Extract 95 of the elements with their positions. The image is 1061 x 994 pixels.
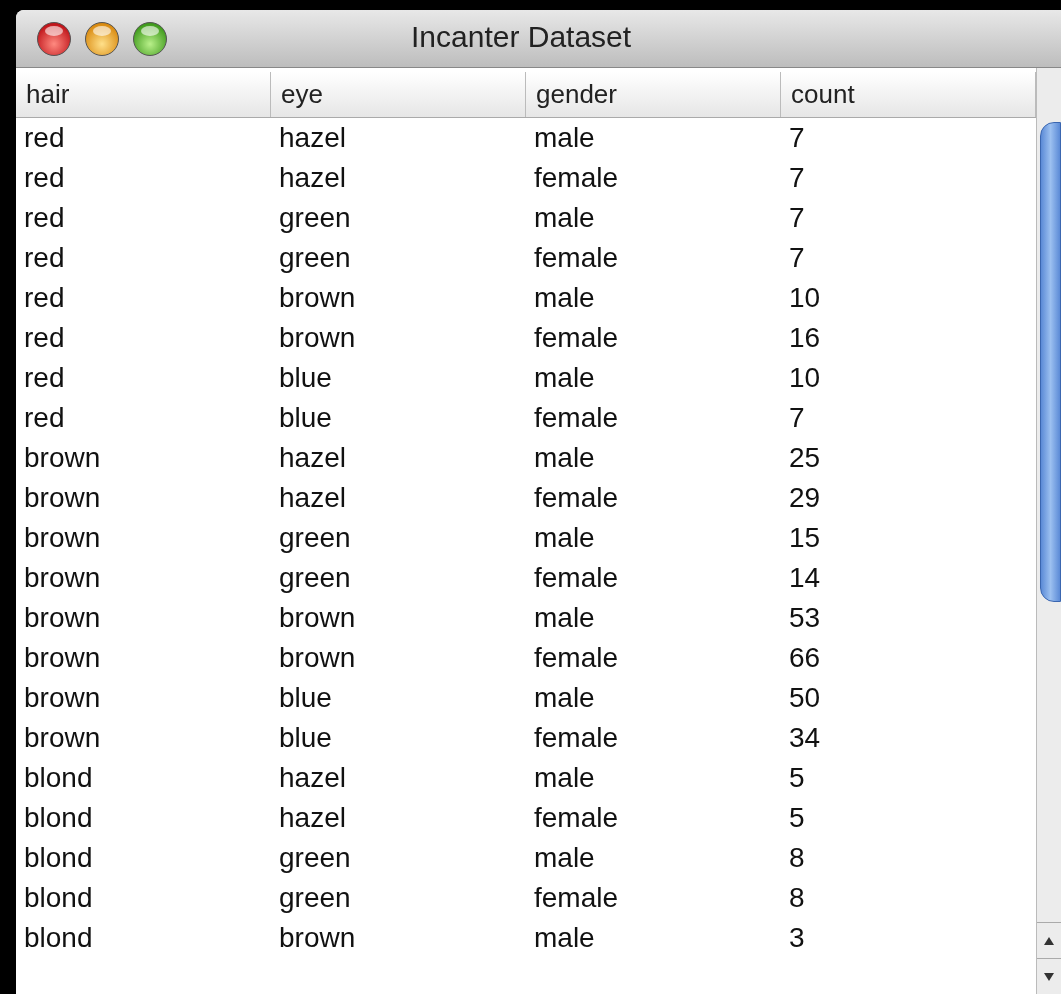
table-cell: male: [534, 364, 595, 392]
table-cell: 29: [789, 484, 821, 512]
table-cell: red: [24, 124, 65, 152]
table-cell: green: [279, 844, 351, 872]
table-cell: brown: [24, 444, 101, 472]
table-cell: blond: [24, 924, 93, 952]
table-cell: brown: [24, 684, 101, 712]
table-cell: 50: [789, 684, 821, 712]
table-cell: 16: [789, 324, 821, 352]
table-cell: hazel: [279, 164, 346, 192]
table-cell: 34: [789, 724, 821, 752]
table-cell: blue: [279, 364, 332, 392]
table-cell: red: [24, 324, 65, 352]
table-cell: female: [534, 484, 619, 512]
table-cell: blue: [279, 404, 332, 432]
table-cell: brown: [24, 564, 101, 592]
table-cell: blue: [279, 724, 332, 752]
column-header[interactable]: eye: [271, 72, 526, 117]
column-header[interactable]: hair: [16, 72, 271, 117]
table-cell: blond: [24, 844, 93, 872]
table-cell: red: [24, 364, 65, 392]
table-cell: male: [534, 844, 595, 872]
table-cell: female: [534, 644, 619, 672]
table-cell: 7: [789, 244, 805, 272]
down-arrow-icon: [1043, 971, 1055, 982]
table-cell: 5: [789, 764, 805, 792]
table-cell: red: [24, 204, 65, 232]
table-cell: red: [24, 244, 65, 272]
column-header[interactable]: gender: [526, 72, 781, 117]
table-cell: 7: [789, 164, 805, 192]
scrollbar[interactable]: [1036, 68, 1061, 994]
table-cell: green: [279, 204, 351, 232]
zoom-icon[interactable]: [132, 20, 168, 57]
table-cell: male: [534, 124, 595, 152]
table-cell: 8: [789, 884, 805, 912]
table-cell: brown: [24, 724, 101, 752]
close-icon[interactable]: [36, 20, 72, 57]
table-cell: 10: [789, 364, 821, 392]
table-cell: brown: [24, 604, 101, 632]
table-cell: hazel: [279, 124, 346, 152]
table-cell: blond: [24, 764, 93, 792]
table-cell: brown: [24, 484, 101, 512]
table-cell: red: [24, 164, 65, 192]
table-cell: female: [534, 164, 619, 192]
table-cell: male: [534, 524, 595, 552]
table-cell: green: [279, 564, 351, 592]
table-cell: hazel: [279, 804, 346, 832]
table-cell: blue: [279, 684, 332, 712]
table-cell: male: [534, 284, 595, 312]
table-cell: hazel: [279, 764, 346, 792]
table-cell: green: [279, 244, 351, 272]
table-cell: male: [534, 604, 595, 632]
table-cell: female: [534, 724, 619, 752]
table-cell: 5: [789, 804, 805, 832]
table-cell: male: [534, 924, 595, 952]
table-cell: 14: [789, 564, 821, 592]
table-cell: blond: [24, 804, 93, 832]
table-cell: female: [534, 804, 619, 832]
scroll-thumb[interactable]: [1040, 122, 1061, 602]
table-cell: 8: [789, 844, 805, 872]
table-cell: 25: [789, 444, 821, 472]
table-cell: hazel: [279, 444, 346, 472]
table-cell: 3: [789, 924, 805, 952]
table-cell: green: [279, 524, 351, 552]
table-cell: female: [534, 324, 619, 352]
table-cell: male: [534, 444, 595, 472]
table-cell: 66: [789, 644, 821, 672]
table-cell: hazel: [279, 484, 346, 512]
table-cell: 7: [789, 404, 805, 432]
table-cell: brown: [279, 284, 356, 312]
table-cell: brown: [279, 324, 356, 352]
table-cell: male: [534, 204, 595, 232]
table-cell: 53: [789, 604, 821, 632]
table-cell: female: [534, 884, 619, 912]
table-cell: brown: [279, 644, 356, 672]
window-title: Incanter Dataset: [411, 22, 632, 52]
table-cell: red: [24, 284, 65, 312]
table-cell: female: [534, 404, 619, 432]
table-cell: 7: [789, 124, 805, 152]
table-cell: 15: [789, 524, 821, 552]
table-cell: brown: [24, 524, 101, 552]
table-cell: male: [534, 684, 595, 712]
table-cell: brown: [279, 604, 356, 632]
table-cell: male: [534, 764, 595, 792]
table-cell: brown: [24, 644, 101, 672]
table-cell: 10: [789, 284, 821, 312]
table-cell: red: [24, 404, 65, 432]
up-arrow-icon: [1043, 935, 1055, 946]
table-cell: 7: [789, 204, 805, 232]
table-cell: female: [534, 564, 619, 592]
table-cell: blond: [24, 884, 93, 912]
table-cell: female: [534, 244, 619, 272]
table-cell: brown: [279, 924, 356, 952]
minimize-icon[interactable]: [84, 20, 120, 57]
table-cell: green: [279, 884, 351, 912]
